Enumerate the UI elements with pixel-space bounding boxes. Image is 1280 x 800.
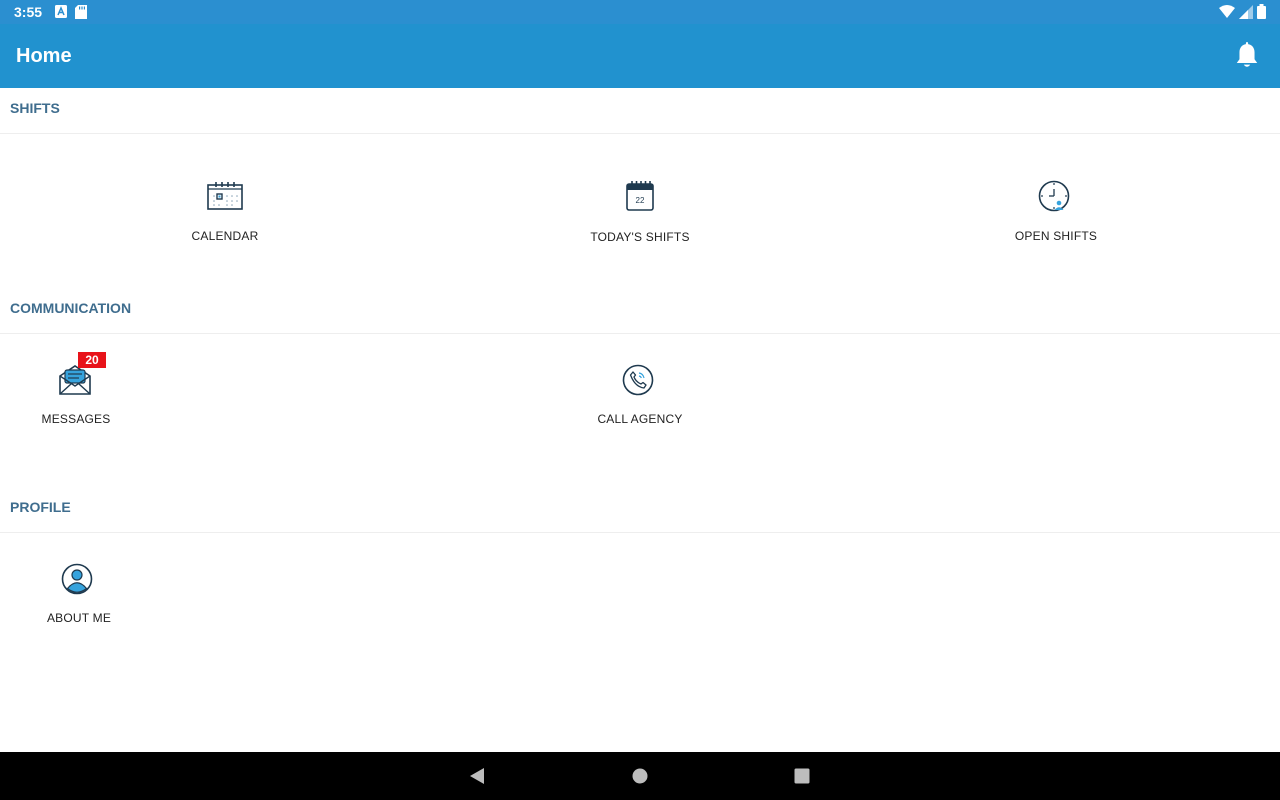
about-me-tile[interactable]: ABOUT ME (0, 563, 169, 653)
unread-badge: 20 (78, 352, 106, 368)
todays-shifts-label: TODAY'S SHIFTS (590, 230, 690, 244)
app-bar: Home (0, 24, 1280, 88)
battery-icon (1257, 4, 1266, 19)
cell-signal-icon (1239, 4, 1253, 19)
envelope-icon (59, 365, 91, 395)
status-bar: 3:55 (0, 0, 1280, 24)
open-shifts-tile[interactable]: OPEN SHIFTS (966, 180, 1146, 270)
calendar-label: CALENDAR (191, 229, 259, 243)
user-icon (61, 563, 93, 595)
page-title: Home (16, 45, 72, 67)
calendar-icon (207, 182, 243, 210)
messages-label: MESSAGES (41, 412, 111, 426)
home-icon[interactable] (630, 766, 650, 786)
section-header-communication: COMMUNICATION (0, 288, 1280, 334)
navigation-bar (0, 752, 1280, 800)
sd-card-icon (75, 5, 87, 19)
section-header-profile: PROFILE (0, 487, 1280, 533)
about-me-label: ABOUT ME (46, 611, 112, 625)
clock-person-icon (1038, 180, 1070, 212)
section-title: COMMUNICATION (10, 300, 132, 316)
section-title: PROFILE (10, 499, 71, 515)
a-icon (55, 5, 67, 18)
call-agency-label: CALL AGENCY (597, 412, 683, 426)
recents-icon[interactable] (792, 766, 812, 786)
status-time: 3:55 (14, 4, 43, 20)
section-header-shifts: SHIFTS (0, 88, 1280, 134)
wifi-icon (1219, 4, 1235, 18)
calendar-day-number: 22 (636, 196, 645, 205)
todays-shifts-tile[interactable]: 22 TODAY'S SHIFTS (550, 180, 730, 270)
calendar-tile[interactable]: CALENDAR (135, 180, 315, 270)
bell-icon[interactable] (1234, 42, 1260, 70)
section-title: SHIFTS (10, 100, 60, 116)
phone-icon (622, 364, 654, 396)
open-shifts-label: OPEN SHIFTS (1014, 229, 1098, 243)
calendar-day-icon: 22 (626, 181, 654, 211)
call-agency-tile[interactable]: CALL AGENCY (550, 364, 730, 454)
back-icon[interactable] (467, 766, 487, 786)
messages-tile[interactable]: 20 MESSAGES (0, 352, 166, 454)
